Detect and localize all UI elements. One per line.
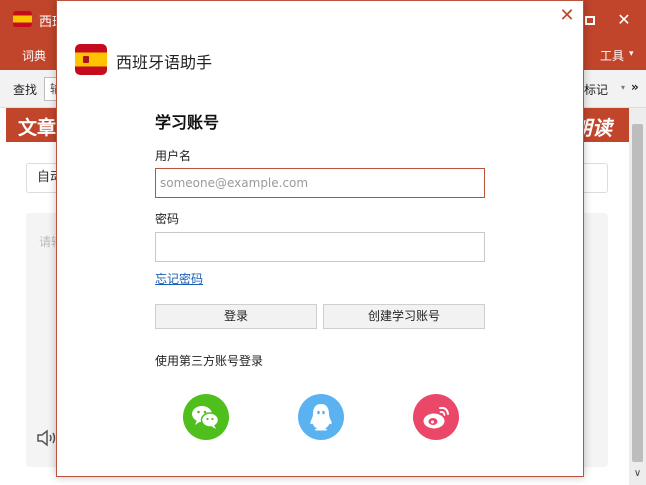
weibo-login-button[interactable] (413, 394, 459, 440)
dialog-app-name: 西班牙语助手 (116, 53, 213, 72)
login-dialog: ✕ 西班牙语助手 学习账号 用户名 密码 忘记密码 登录 创建学习账号 使用第三… (56, 0, 584, 477)
more-icon[interactable]: » (631, 80, 639, 94)
forgot-password-link[interactable]: 忘记密码 (155, 270, 203, 287)
login-button[interactable]: 登录 (155, 304, 317, 329)
password-label: 密码 (155, 212, 180, 226)
password-input[interactable] (155, 232, 485, 262)
username-input[interactable] (155, 168, 485, 198)
banner-title-left: 文章 (18, 117, 57, 139)
spain-flag-icon (75, 44, 107, 75)
mark-button[interactable]: 标记 (584, 81, 608, 98)
username-label: 用户名 (155, 149, 192, 163)
scroll-down-icon[interactable]: ∨ (629, 465, 646, 483)
wechat-login-button[interactable] (183, 394, 229, 440)
chevron-down-icon: ▾ (629, 49, 634, 59)
create-account-button[interactable]: 创建学习账号 (323, 304, 485, 329)
scroll-thumb[interactable] (632, 124, 643, 462)
maximize-icon (585, 15, 595, 25)
window-close-button[interactable]: ✕ (613, 9, 635, 31)
vertical-scrollbar[interactable]: ∨ (629, 108, 646, 485)
chevron-down-icon[interactable]: ▾ (621, 83, 625, 92)
third-party-login-label: 使用第三方账号登录 (155, 354, 264, 368)
form-title: 学习账号 (155, 113, 220, 132)
menu-tools[interactable]: 工具 (600, 47, 624, 64)
qq-icon (310, 404, 332, 431)
dialog-close-button[interactable]: ✕ (557, 6, 577, 26)
weibo-icon (423, 406, 449, 429)
search-label: 查找 (13, 83, 38, 97)
menu-dict[interactable]: 词典 (22, 47, 46, 64)
speaker-icon[interactable] (36, 429, 58, 447)
wechat-icon (192, 406, 220, 429)
spain-flag-icon (13, 11, 32, 27)
qq-login-button[interactable] (298, 394, 344, 440)
